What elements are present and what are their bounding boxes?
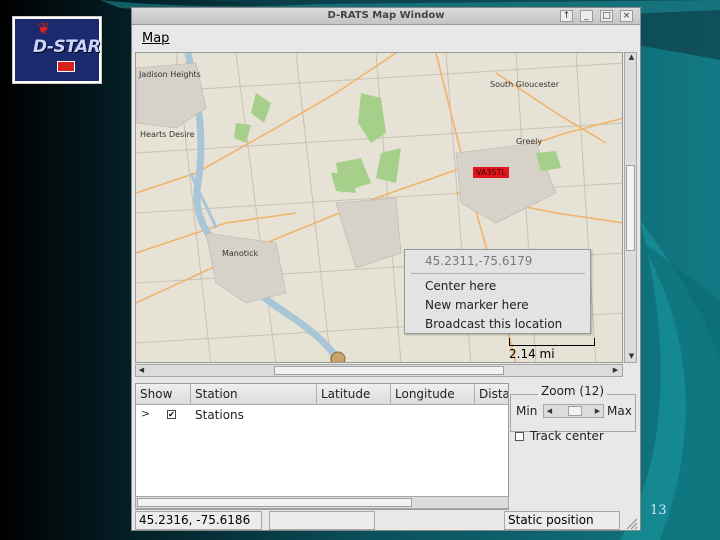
window-minimize-button[interactable]: _ — [580, 10, 593, 22]
scroll-up-arrow-icon[interactable]: ▲ — [626, 53, 637, 61]
logo-text: D-STAR — [33, 37, 101, 57]
station-list-scroll-thumb[interactable] — [137, 498, 412, 507]
station-list-header: Show Station Latitude Longitude Dista — [136, 384, 508, 405]
zoom-out-arrow-icon[interactable]: ◀ — [545, 407, 554, 415]
window-titlebar[interactable]: D-RATS Map Window ↑ _ □ × — [132, 8, 640, 25]
d-star-logo: ❦ D-STAR — [12, 16, 102, 84]
station-list[interactable]: Show Station Latitude Longitude Dista > … — [135, 383, 509, 510]
map-context-menu: 45.2311,-75.6179 Center here New marker … — [404, 249, 591, 334]
map-horizontal-scroll-thumb[interactable] — [274, 366, 504, 375]
menu-item-center-here[interactable]: Center here — [425, 279, 496, 293]
logo-plate — [57, 61, 75, 72]
context-menu-separator — [411, 273, 585, 274]
zoom-min-label: Min — [516, 404, 538, 418]
zoom-slider-thumb[interactable] — [568, 406, 582, 416]
map-label-south-gloucester: South Gloucester — [490, 80, 560, 89]
expander-icon[interactable]: > — [141, 407, 150, 420]
menu-map[interactable]: Map — [142, 31, 169, 46]
zoom-slider[interactable]: ◀ ▶ — [543, 404, 604, 418]
show-checkbox[interactable]: ✔ — [167, 410, 176, 419]
map-label-greely: Greely — [516, 137, 543, 146]
map-label-hearts-desire: Hearts Desire — [140, 130, 195, 139]
window-up-button[interactable]: ↑ — [560, 10, 573, 22]
column-latitude[interactable]: Latitude — [317, 384, 391, 405]
scroll-down-arrow-icon[interactable]: ▼ — [626, 352, 637, 360]
map-scale-label: 2.14 mi — [509, 347, 555, 361]
map-horizontal-scrollbar[interactable]: ◀ ▶ — [135, 364, 623, 377]
map-vertical-scroll-thumb[interactable] — [626, 165, 635, 251]
status-message — [269, 511, 375, 530]
column-distance[interactable]: Dista — [475, 384, 508, 405]
map-vertical-scrollbar[interactable]: ▲ ▼ — [624, 52, 637, 363]
menu-item-new-marker[interactable]: New marker here — [425, 298, 529, 312]
column-longitude[interactable]: Longitude — [391, 384, 475, 405]
menubar: Map — [132, 26, 640, 52]
context-menu-coordinates: 45.2311,-75.6179 — [425, 254, 533, 268]
zoom-max-label: Max — [607, 404, 632, 418]
window-close-button[interactable]: × — [620, 10, 633, 22]
column-station[interactable]: Station — [191, 384, 317, 405]
track-center-checkbox[interactable] — [515, 432, 524, 441]
map-scale-bar — [509, 338, 595, 346]
menu-item-broadcast-location[interactable]: Broadcast this location — [425, 317, 562, 331]
station-group-name: Stations — [195, 408, 244, 422]
station-list-horizontal-scrollbar[interactable] — [135, 496, 509, 509]
scroll-left-arrow-icon[interactable]: ◀ — [137, 366, 146, 374]
map-label-manotick: Manotick — [222, 249, 259, 258]
resize-grip-icon[interactable] — [624, 516, 638, 530]
status-coordinates: 45.2316, -75.6186 — [135, 511, 262, 530]
maple-leaf-icon: ❦ — [37, 19, 51, 38]
window-maximize-button[interactable]: □ — [600, 10, 613, 22]
station-marker-va3stl[interactable]: VA3STL — [473, 167, 509, 178]
table-row[interactable]: > ✔ Stations — [136, 406, 508, 424]
status-mode: Static position — [504, 511, 620, 530]
zoom-title: Zoom (12) — [538, 384, 608, 398]
slide-page-number: 13 — [650, 503, 667, 518]
track-center-label: Track center — [530, 429, 604, 443]
map-label-riverside-heights: Jadison Heights — [139, 70, 201, 79]
scroll-right-arrow-icon[interactable]: ▶ — [611, 366, 620, 374]
column-show[interactable]: Show — [136, 384, 191, 405]
zoom-in-arrow-icon[interactable]: ▶ — [593, 407, 602, 415]
